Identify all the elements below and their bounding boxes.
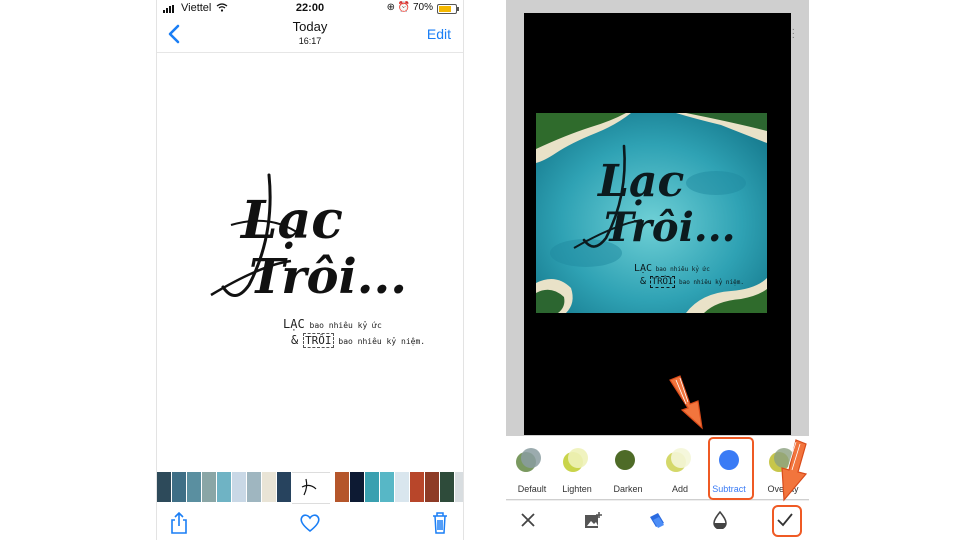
edit-button[interactable]: Edit bbox=[427, 26, 451, 42]
artwork-line2: & TRÔI bao nhiêu kỷ niệm. bbox=[291, 333, 426, 348]
artwork-line2-amp: & bbox=[291, 333, 299, 347]
blend-option-lighten[interactable]: Lighten bbox=[551, 436, 603, 499]
filmstrip-thumb[interactable] bbox=[380, 472, 394, 502]
artwork-title-lac: Lạc bbox=[241, 190, 343, 251]
blend-add-icon bbox=[666, 448, 691, 472]
heart-icon[interactable] bbox=[299, 513, 321, 533]
blend-option-add[interactable]: Add bbox=[654, 436, 706, 499]
artwork-line1-rest: bao nhiêu kỷ ức bbox=[309, 321, 382, 330]
nav-title: Today bbox=[292, 19, 328, 34]
artwork-line2-rest: bao nhiêu kỷ niệm. bbox=[338, 337, 426, 346]
close-icon[interactable] bbox=[521, 513, 535, 527]
battery-icon bbox=[437, 4, 459, 14]
overlay-title-troi: Trôi... bbox=[604, 204, 736, 251]
apply-highlight-box bbox=[772, 505, 802, 537]
filmstrip-thumb[interactable] bbox=[350, 472, 364, 502]
blend-option-darken[interactable]: Darken bbox=[602, 436, 654, 499]
filmstrip-thumb[interactable] bbox=[395, 472, 409, 502]
layers-icon[interactable] bbox=[648, 511, 666, 529]
overlay-line2-amp: & bbox=[640, 276, 647, 287]
annotation-arrow-check bbox=[781, 439, 808, 502]
photo-filmstrip[interactable] bbox=[157, 472, 463, 504]
photos-bottom-toolbar bbox=[157, 505, 463, 540]
current-thumb-art bbox=[301, 478, 317, 496]
artwork-title-troi: Trôi... bbox=[249, 249, 407, 305]
overlay-line1-rest: bao nhiêu kỷ ức bbox=[655, 266, 710, 273]
overlay-line1: LẠC bao nhiêu kỷ ức bbox=[634, 263, 710, 274]
filmstrip-thumb[interactable] bbox=[157, 472, 171, 502]
editor-toolbar bbox=[506, 500, 809, 540]
blend-darken-icon bbox=[615, 450, 635, 470]
filmstrip-thumb[interactable] bbox=[335, 472, 349, 502]
filmstrip-thumb[interactable] bbox=[187, 472, 201, 502]
status-bar: Viettel 22:00 ⊕ ⏰ 70% bbox=[157, 0, 463, 16]
more-options-icon[interactable]: · · · bbox=[792, 25, 795, 43]
right-phone-screen: · · · Lạc Trôi... LẠC bao nhiêu kỷ ức & … bbox=[506, 0, 809, 540]
alarm-icon: ⏰ bbox=[397, 2, 411, 13]
lac-troi-artwork: Lạc Trôi... LẠC bao nhiêu kỷ ức & TRÔI b… bbox=[201, 165, 441, 365]
filmstrip-thumb[interactable] bbox=[365, 472, 379, 502]
overlay-line1-word: LẠC bbox=[634, 263, 653, 274]
filmstrip-thumb[interactable] bbox=[455, 472, 463, 502]
filmstrip-thumb[interactable] bbox=[262, 472, 276, 502]
photos-nav-bar: Today 16:17 Edit bbox=[157, 16, 463, 53]
blend-label-darken: Darken bbox=[613, 484, 643, 494]
opacity-icon[interactable] bbox=[712, 511, 728, 529]
filmstrip-thumb[interactable] bbox=[277, 472, 291, 502]
filmstrip-thumb[interactable] bbox=[425, 472, 439, 502]
blend-label-add: Add bbox=[671, 484, 688, 494]
filmstrip-thumb[interactable] bbox=[217, 472, 231, 502]
nav-subtitle: 16:17 bbox=[298, 36, 322, 46]
subtract-highlight-box bbox=[708, 437, 754, 500]
filmstrip-thumb[interactable] bbox=[172, 472, 186, 502]
filmstrip-thumb[interactable] bbox=[232, 472, 246, 502]
filmstrip-thumb[interactable] bbox=[247, 472, 261, 502]
share-icon[interactable] bbox=[169, 511, 189, 535]
status-indicators: ⊕ ⏰ 70% bbox=[387, 2, 433, 13]
filmstrip-thumb[interactable] bbox=[410, 472, 424, 502]
filmstrip-thumb[interactable] bbox=[440, 472, 454, 502]
overlay-title-lac: Lạc bbox=[598, 156, 685, 207]
filmstrip-thumb[interactable] bbox=[202, 472, 216, 502]
artwork-line2-word: TRÔI bbox=[303, 333, 334, 348]
filmstrip-thumb-current[interactable] bbox=[292, 472, 330, 504]
blend-mode-selector: Default Lighten Darken Add Subtract bbox=[506, 436, 809, 499]
blend-lighten-icon bbox=[563, 448, 588, 472]
blended-photo[interactable]: Lạc Trôi... LẠC bao nhiêu kỷ ức & TRÔI b… bbox=[536, 113, 767, 313]
annotation-arrow-subtract bbox=[669, 375, 703, 430]
overlay-line2-rest: bao nhiêu kỷ niệm. bbox=[678, 279, 744, 286]
left-phone-screen: Viettel 22:00 ⊕ ⏰ 70% Today 16:17 Edit L… bbox=[156, 0, 464, 540]
battery-percent: 70% bbox=[412, 2, 433, 13]
blend-label-lighten: Lighten bbox=[562, 484, 592, 494]
overlay-line2-word: TRÔI bbox=[649, 276, 676, 288]
add-photo-icon[interactable] bbox=[584, 511, 602, 529]
photo-viewer[interactable]: Lạc Trôi... LẠC bao nhiêu kỷ ức & TRÔI b… bbox=[157, 53, 463, 469]
artwork-line1: LẠC bao nhiêu kỷ ức bbox=[283, 317, 382, 331]
trash-icon[interactable] bbox=[431, 511, 449, 535]
artwork-line1-word: LẠC bbox=[283, 317, 305, 331]
lac-troi-overlay: Lạc Trôi... LẠC bao nhiêu kỷ ức & TRÔI b… bbox=[566, 138, 766, 308]
blend-default-icon bbox=[516, 448, 541, 472]
orientation-lock-icon: ⊕ bbox=[386, 2, 395, 13]
overlay-line2: & TRÔI bao nhiêu kỷ niệm. bbox=[640, 276, 744, 288]
